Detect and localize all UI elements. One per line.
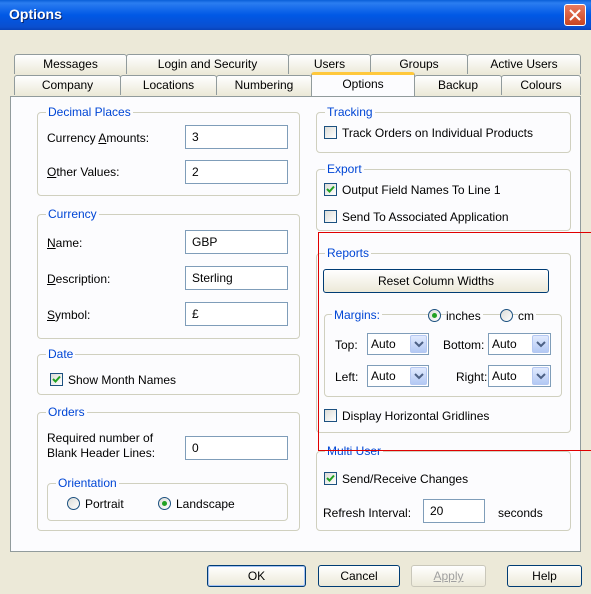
tab-colours[interactable]: Colours	[501, 75, 581, 95]
tab-groups[interactable]: Groups	[370, 54, 468, 74]
description-label: Description:	[47, 272, 111, 286]
cancel-button[interactable]: Cancel	[318, 565, 400, 587]
currency-label: Currency	[46, 207, 99, 221]
other-values-input[interactable]: 2	[185, 160, 288, 184]
close-icon	[569, 9, 581, 21]
tab-backup[interactable]: Backup	[414, 75, 502, 95]
output-field-names-checkbox[interactable]	[324, 183, 337, 196]
tab-login-and-security[interactable]: Login and Security	[126, 54, 289, 74]
currency-amounts-input[interactable]: 3	[185, 125, 288, 149]
output-field-names-label: Output Field Names To Line 1	[342, 183, 501, 197]
description-input[interactable]: Sterling	[185, 266, 288, 290]
options-dialog: Options Messages Login and Security User…	[0, 0, 591, 594]
send-associated-label: Send To Associated Application	[342, 210, 509, 224]
highlight-box	[318, 232, 591, 451]
tab-options[interactable]: Options	[311, 72, 415, 96]
orders-label: Orders	[46, 405, 87, 419]
required-lines-input[interactable]: 0	[185, 436, 288, 460]
tab-users[interactable]: Users	[288, 54, 371, 74]
decimal-places-label: Decimal Places	[46, 105, 133, 119]
export-label: Export	[325, 162, 364, 176]
checkmark-icon	[52, 375, 61, 383]
tab-locations[interactable]: Locations	[120, 75, 217, 95]
send-associated-checkbox[interactable]	[324, 210, 337, 223]
required-lines-label-2: Blank Header Lines:	[47, 446, 156, 460]
currency-amounts-label: Currency Amounts:	[47, 131, 150, 145]
landscape-radio[interactable]	[158, 497, 171, 510]
other-values-label: Other Values:	[47, 165, 120, 179]
tab-company[interactable]: Company	[14, 75, 121, 95]
show-month-names-label: Show Month Names	[68, 373, 177, 387]
help-button[interactable]: Help	[507, 565, 582, 587]
portrait-radio[interactable]	[67, 497, 80, 510]
seconds-label: seconds	[498, 506, 543, 520]
close-button[interactable]	[564, 4, 586, 26]
tab-numbering[interactable]: Numbering	[216, 75, 312, 95]
tab-messages[interactable]: Messages	[14, 54, 127, 74]
show-month-names-checkbox[interactable]	[50, 373, 63, 386]
refresh-interval-label: Refresh Interval:	[323, 506, 412, 520]
landscape-label: Landscape	[176, 497, 235, 511]
orientation-label: Orientation	[56, 476, 119, 490]
date-label: Date	[46, 347, 76, 361]
track-orders-label: Track Orders on Individual Products	[342, 126, 533, 140]
title-bar: Options	[0, 0, 591, 30]
send-receive-checkbox[interactable]	[324, 472, 337, 485]
symbol-label: Symbol:	[47, 308, 91, 322]
name-input[interactable]: GBP	[185, 230, 288, 254]
refresh-interval-input[interactable]: 20	[423, 499, 485, 523]
checkmark-icon	[326, 185, 335, 193]
window-title: Options	[9, 6, 62, 22]
required-lines-label-1: Required number of	[47, 431, 154, 445]
portrait-label: Portrait	[85, 497, 124, 511]
checkmark-icon	[326, 474, 335, 482]
symbol-input[interactable]: £	[185, 302, 288, 326]
tracking-label: Tracking	[325, 105, 375, 119]
ok-button[interactable]: OK	[207, 565, 306, 587]
apply-button[interactable]: Apply	[411, 565, 486, 587]
tab-active-users[interactable]: Active Users	[467, 54, 581, 74]
send-receive-label: Send/Receive Changes	[342, 472, 469, 486]
name-label: Name:	[47, 236, 83, 250]
track-orders-checkbox[interactable]	[324, 126, 337, 139]
